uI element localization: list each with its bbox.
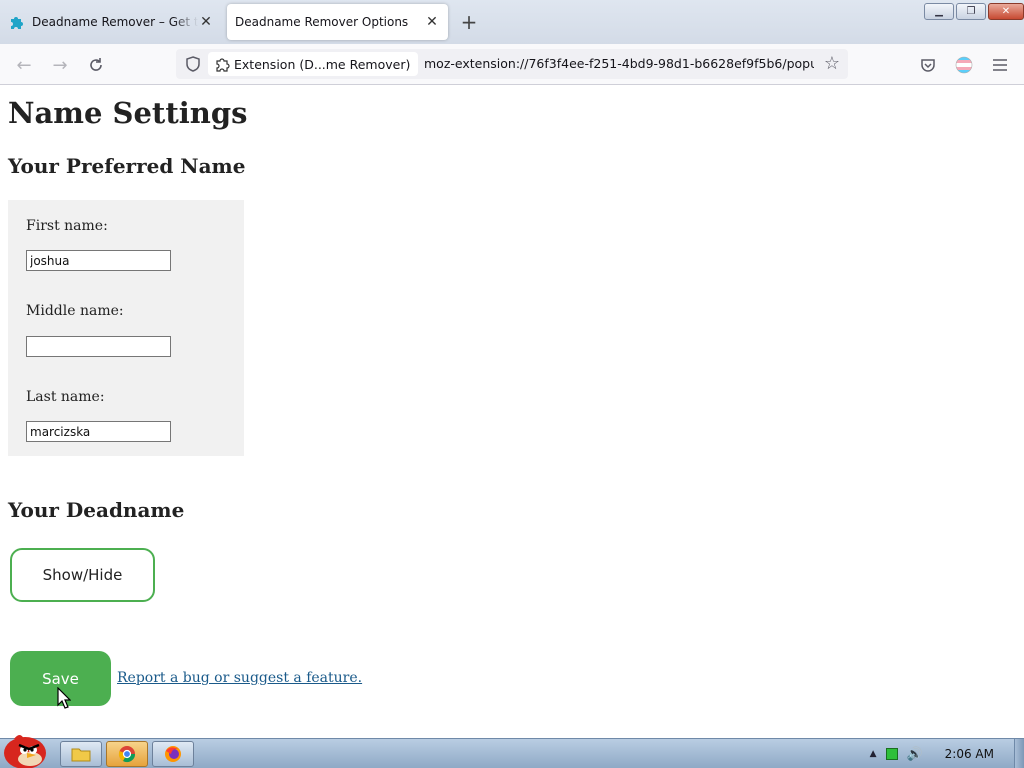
hamburger-menu-icon[interactable]	[989, 54, 1011, 76]
middle-name-field[interactable]	[26, 336, 171, 357]
chrome-taskbar-icon[interactable]	[106, 741, 148, 767]
volume-icon[interactable]: 🔊	[906, 747, 922, 762]
tab-title: Deadname Remover – Get this Extension fo…	[32, 15, 198, 29]
first-name-label: First name:	[26, 218, 108, 234]
url-text[interactable]: moz-extension://76f3f4ee-f251-4bd9-98d1-…	[424, 56, 814, 71]
tab-deadname-remover-amo[interactable]: Deadname Remover – Get this Extension fo…	[0, 4, 222, 40]
puzzle-favicon-icon	[11, 17, 23, 29]
preferred-name-panel: First name: Middle name: Last name:	[8, 200, 244, 456]
options-page: Name Settings Your Preferred Name First …	[0, 86, 1024, 738]
firefox-taskbar-icon[interactable]	[152, 741, 194, 767]
minimize-icon[interactable]: ▁	[924, 3, 954, 20]
deadname-heading: Your Deadname	[8, 498, 185, 522]
forward-arrow-icon[interactable]: →	[49, 54, 71, 76]
tab-close-icon[interactable]: ✕	[424, 14, 440, 30]
tracking-protection-shield-icon[interactable]	[184, 55, 202, 73]
restore-icon[interactable]: ❐	[956, 3, 986, 20]
clock[interactable]: 2:06 AM	[945, 747, 994, 761]
report-bug-link[interactable]: Report a bug or suggest a feature.	[117, 670, 362, 686]
tab-close-icon[interactable]: ✕	[198, 14, 214, 30]
taskbar: ▲ 🔊 2:06 AM	[0, 735, 1024, 768]
mouse-cursor-icon	[57, 687, 71, 709]
tab-deadname-remover-options[interactable]: Deadname Remover Options ✕	[227, 4, 448, 40]
start-button-angry-bird-icon[interactable]	[0, 731, 52, 768]
tab-strip: Deadname Remover – Get this Extension fo…	[0, 0, 1024, 44]
extension-puzzle-icon	[216, 58, 230, 72]
window-controls: ▁ ❐ ✕	[922, 3, 1024, 20]
tray-expand-icon[interactable]: ▲	[870, 749, 877, 759]
first-name-field[interactable]	[26, 250, 171, 271]
pocket-icon[interactable]	[917, 54, 939, 76]
last-name-field[interactable]	[26, 421, 171, 442]
preferred-name-heading: Your Preferred Name	[8, 154, 246, 178]
tab-title: Deadname Remover Options	[235, 15, 409, 29]
show-hide-button[interactable]: Show/Hide	[10, 548, 155, 602]
show-desktop-button[interactable]	[1014, 739, 1024, 768]
identity-label: Extension (D...me Remover)	[234, 56, 411, 72]
network-status-icon[interactable]	[886, 748, 899, 760]
window-close-icon[interactable]: ✕	[988, 3, 1024, 20]
system-tray: ▲ 🔊 2:06 AM	[870, 739, 1010, 768]
bookmark-star-icon[interactable]: ☆	[822, 54, 842, 74]
navigation-toolbar: ← → Extension (D...me Remover) moz-exten…	[0, 44, 1024, 85]
last-name-label: Last name:	[26, 389, 105, 405]
back-arrow-icon[interactable]: ←	[13, 54, 35, 76]
page-title: Name Settings	[8, 96, 248, 130]
explorer-folder-icon[interactable]	[60, 741, 102, 767]
identity-box[interactable]: Extension (D...me Remover)	[208, 52, 419, 76]
middle-name-label: Middle name:	[26, 303, 124, 319]
new-tab-plus-icon[interactable]: +	[458, 12, 480, 34]
trans-flag-extension-icon[interactable]	[953, 54, 975, 76]
reload-icon[interactable]	[85, 54, 107, 76]
address-bar[interactable]: Extension (D...me Remover) moz-extension…	[176, 49, 848, 79]
